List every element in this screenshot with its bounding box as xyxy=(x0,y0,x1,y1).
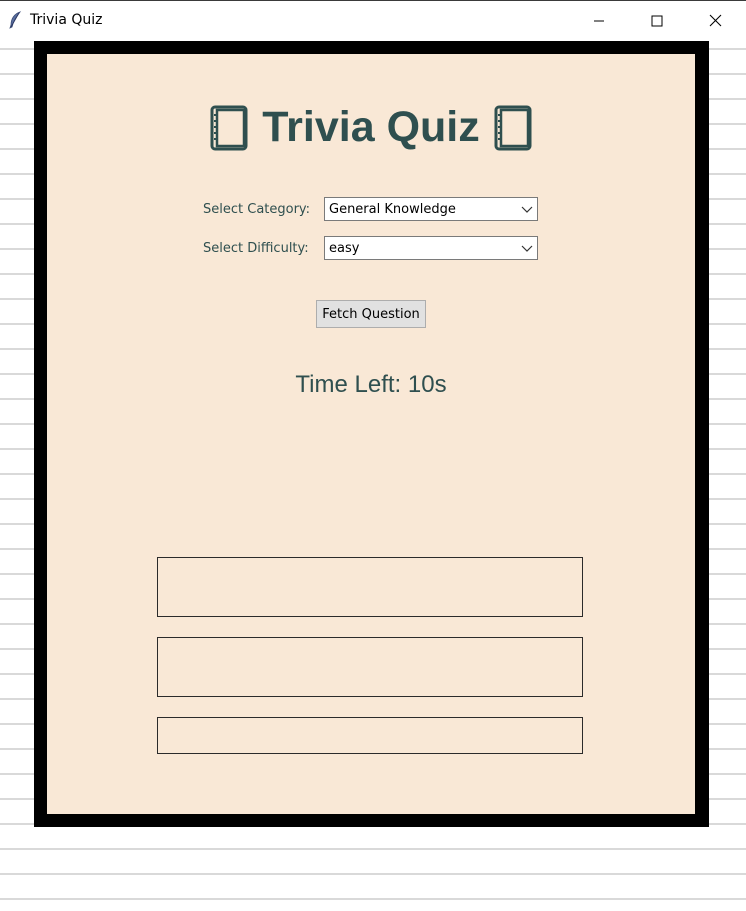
answer-option-button[interactable] xyxy=(157,717,583,754)
answer-option-button[interactable] xyxy=(157,557,583,617)
feather-icon xyxy=(8,11,22,29)
minimize-icon xyxy=(593,12,605,31)
chevron-down-icon xyxy=(521,203,533,215)
timer-text: Time Left: 10s xyxy=(295,371,447,398)
title-bar: Trivia Quiz xyxy=(0,0,746,40)
category-label: Select Category: xyxy=(203,202,311,217)
close-button[interactable] xyxy=(686,1,744,41)
quiz-header: Trivia Quiz xyxy=(47,103,695,152)
minimize-button[interactable] xyxy=(570,1,628,41)
book-icon xyxy=(494,105,532,151)
page-title: Trivia Quiz xyxy=(262,103,480,151)
window-title: Trivia Quiz xyxy=(30,12,103,28)
fetch-question-button[interactable]: Fetch Question xyxy=(316,300,426,328)
maximize-button[interactable] xyxy=(628,1,686,41)
chevron-down-icon xyxy=(521,242,533,254)
close-icon xyxy=(709,12,722,31)
category-value: General Knowledge xyxy=(329,201,456,217)
quiz-panel: Trivia Quiz Select Category: General Kno… xyxy=(47,54,695,814)
book-icon xyxy=(210,105,248,151)
difficulty-select[interactable]: easy xyxy=(324,236,538,260)
difficulty-label: Select Difficulty: xyxy=(203,241,309,256)
category-select[interactable]: General Knowledge xyxy=(324,197,538,221)
maximize-icon xyxy=(651,12,663,31)
difficulty-value: easy xyxy=(329,240,360,256)
quiz-frame: Trivia Quiz Select Category: General Kno… xyxy=(34,41,709,827)
answer-option-button[interactable] xyxy=(157,637,583,697)
